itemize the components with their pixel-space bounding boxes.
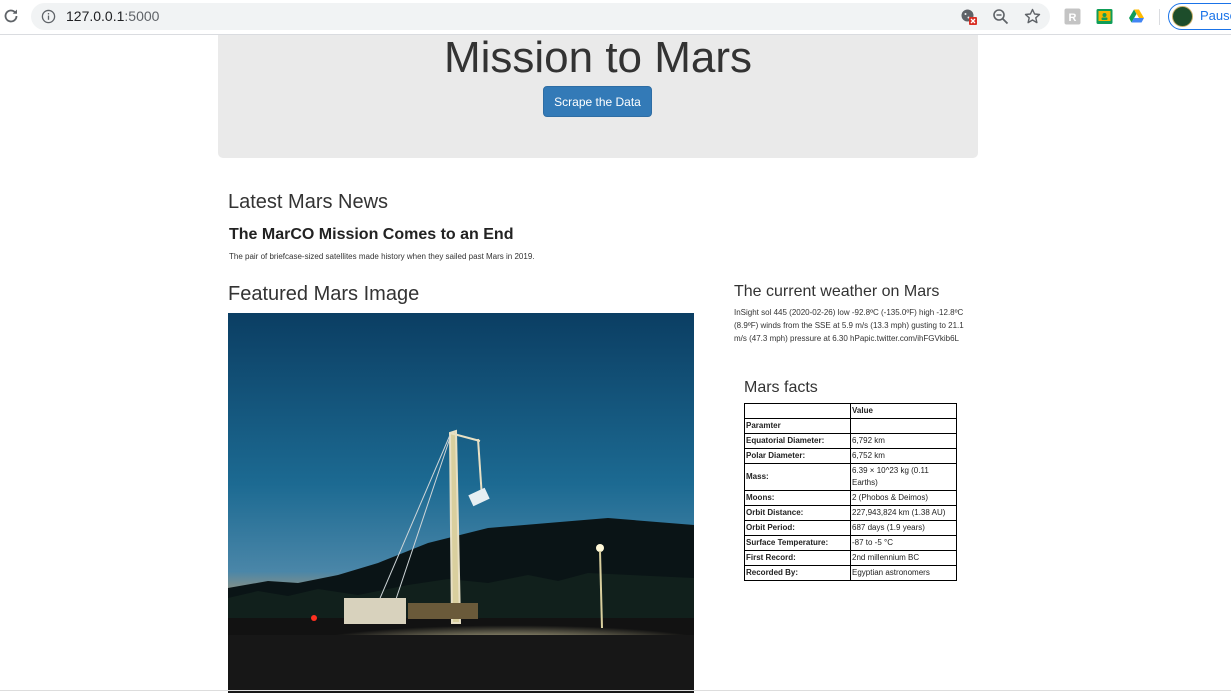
- fact-value: Egyptian astronomers: [850, 565, 957, 581]
- fact-value: 6,752 km: [850, 448, 957, 464]
- google-classroom-icon[interactable]: [1096, 8, 1113, 25]
- fact-value: 2nd millennium BC: [850, 550, 957, 566]
- address-bar[interactable]: 127.0.0.1:5000: [31, 3, 1050, 30]
- fact-param: Mass:: [744, 463, 851, 491]
- table-index-blank: [850, 418, 957, 434]
- profile-label: Pause: [1200, 8, 1231, 23]
- weather-heading: The current weather on Mars: [734, 283, 940, 300]
- table-header-row: Value: [744, 403, 957, 419]
- fact-param: Orbit Period:: [744, 520, 851, 536]
- table-header-blank: [744, 403, 851, 419]
- featured-heading: Featured Mars Image: [228, 283, 420, 305]
- fact-param: Recorded By:: [744, 565, 851, 581]
- table-row: Recorded By: Egyptian astronomers: [744, 565, 957, 581]
- profile-button[interactable]: Pause: [1168, 3, 1231, 30]
- svg-text:R: R: [1069, 12, 1077, 24]
- fact-value: 6,792 km: [850, 433, 957, 449]
- table-row: Orbit Period: 687 days (1.9 years): [744, 520, 957, 536]
- url-text[interactable]: 127.0.0.1:5000: [66, 8, 159, 24]
- fact-value: 227,943,824 km (1.38 AU): [850, 505, 957, 521]
- toolbar-separator: [1159, 9, 1160, 25]
- fact-value: 6.39 × 10^23 kg (0.11 Earths): [850, 463, 957, 491]
- table-header-value: Value: [850, 403, 957, 419]
- table-row: First Record: 2nd millennium BC: [744, 550, 957, 566]
- cookie-blocked-icon[interactable]: [960, 8, 977, 25]
- facts-heading: Mars facts: [744, 379, 818, 396]
- table-row: Polar Diameter: 6,752 km: [744, 448, 957, 464]
- fact-param: Polar Diameter:: [744, 448, 851, 464]
- table-row: Surface Temperature: -87 to -5 °C: [744, 535, 957, 551]
- page-divider: [0, 690, 1231, 691]
- fact-value: 2 (Phobos & Deimos): [850, 490, 957, 506]
- url-host: 127.0.0.1: [66, 8, 125, 24]
- featured-mars-image: [228, 313, 694, 693]
- url-port: :5000: [124, 8, 160, 24]
- reload-icon[interactable]: [2, 7, 20, 25]
- google-drive-icon[interactable]: [1128, 8, 1145, 25]
- fact-param: Surface Temperature:: [744, 535, 851, 551]
- table-row: Mass: 6.39 × 10^23 kg (0.11 Earths): [744, 463, 957, 491]
- scrape-button[interactable]: Scrape the Data: [543, 86, 652, 117]
- table-row: Equatorial Diameter: 6,792 km: [744, 433, 957, 449]
- mars-facts-table: Value Paramter Equatorial Diameter: 6,792…: [744, 403, 957, 581]
- fact-param: Moons:: [744, 490, 851, 506]
- page-title: Mission to Mars: [443, 33, 753, 82]
- extension-r-icon[interactable]: R: [1064, 8, 1081, 25]
- table-index-label: Paramter: [744, 418, 851, 434]
- news-heading: Latest Mars News: [228, 191, 389, 213]
- fact-value: 687 days (1.9 years): [850, 520, 957, 536]
- news-title: The MarCO Mission Comes to an End: [229, 226, 514, 243]
- fact-param: Orbit Distance:: [744, 505, 851, 521]
- bookmark-star-icon[interactable]: [1024, 8, 1041, 25]
- jumbotron: Mission to Mars Scrape the Data: [218, 33, 978, 158]
- avatar: [1172, 6, 1193, 27]
- fact-value: -87 to -5 °C: [850, 535, 957, 551]
- news-paragraph: The pair of briefcase-sized satellites m…: [229, 252, 535, 261]
- table-index-row: Paramter: [744, 418, 957, 434]
- info-icon[interactable]: [41, 9, 56, 24]
- table-row: Orbit Distance: 227,943,824 km (1.38 AU): [744, 505, 957, 521]
- weather-text: InSight sol 445 (2020-02-26) low -92.8ºC…: [734, 308, 964, 343]
- zoom-out-icon[interactable]: [992, 8, 1009, 25]
- fact-param: Equatorial Diameter:: [744, 433, 851, 449]
- table-row: Moons: 2 (Phobos & Deimos): [744, 490, 957, 506]
- fact-param: First Record:: [744, 550, 851, 566]
- browser-toolbar: 127.0.0.1:5000 R Pause: [0, 0, 1231, 35]
